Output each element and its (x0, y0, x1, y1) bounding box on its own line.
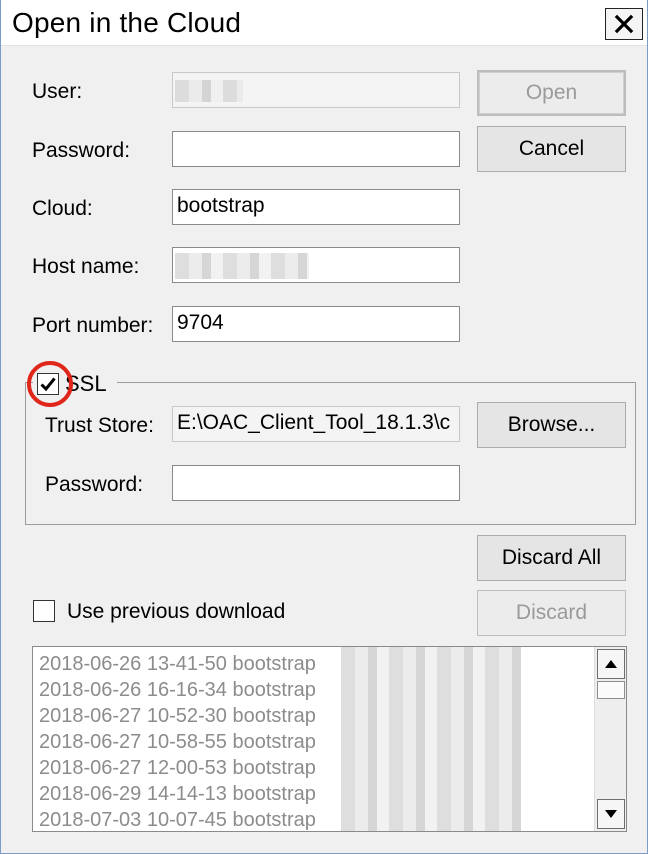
arrow-down-icon (605, 810, 617, 818)
list-scrollbar[interactable] (594, 647, 626, 831)
list-item[interactable]: 2018-06-27 10-58-55 bootstrap (39, 731, 316, 757)
redacted-host (175, 253, 309, 279)
list-item[interactable]: 2018-06-27 10-52-30 bootstrap (39, 705, 316, 731)
list-item[interactable]: 2018-06-26 16-16-34 bootstrap (39, 679, 316, 705)
host-name-label: Host name: (32, 255, 140, 278)
open-button[interactable]: Open (477, 70, 626, 116)
password-label: Password: (32, 139, 131, 162)
browse-button[interactable]: Browse... (477, 402, 626, 448)
discard-button[interactable]: Discard (477, 590, 626, 636)
downloads-list[interactable]: 2018-06-26 13-41-50 bootstrap 2018-06-26… (32, 646, 627, 832)
port-number-input[interactable]: 9704 (172, 306, 460, 342)
dialog-title: Open in the Cloud (12, 7, 242, 38)
list-item[interactable]: 2018-07-03 10-07-45 bootstrap (39, 809, 316, 831)
list-item[interactable]: 2018-06-26 13-41-50 bootstrap (39, 653, 316, 679)
scroll-up-button[interactable] (597, 649, 625, 679)
scroll-thumb[interactable] (597, 681, 625, 699)
list-item[interactable]: 2018-06-27 12-00-53 bootstrap (39, 757, 316, 783)
use-previous-download-label: Use previous download (67, 600, 286, 623)
close-button[interactable] (605, 8, 643, 40)
use-previous-download-checkbox[interactable] (33, 600, 55, 622)
redacted-list-details (341, 647, 521, 831)
discard-all-button[interactable]: Discard All (477, 535, 626, 581)
user-label: User: (32, 80, 83, 103)
cloud-label: Cloud: (32, 197, 93, 220)
scroll-down-button[interactable] (597, 799, 625, 829)
list-item[interactable]: 2018-06-29 14-14-13 bootstrap (39, 783, 316, 809)
cancel-button[interactable]: Cancel (477, 126, 626, 172)
close-icon (614, 14, 634, 34)
port-number-label: Port number: (32, 314, 154, 337)
ssl-label: SSL (65, 371, 107, 396)
checkmark-icon (40, 377, 56, 392)
ssl-checkbox[interactable] (37, 373, 59, 395)
ssl-password-input[interactable] (172, 465, 460, 501)
redacted-user (175, 80, 243, 102)
title-bar: Open in the Cloud (1, 0, 647, 46)
arrow-up-icon (605, 660, 617, 668)
ssl-password-label: Password: (45, 473, 144, 496)
password-input[interactable] (172, 131, 460, 167)
cloud-input[interactable]: bootstrap (172, 189, 460, 225)
ssl-legend: SSL (33, 370, 117, 398)
open-in-cloud-dialog: Open in the Cloud User: Password: Cloud:… (0, 0, 648, 854)
trust-store-label: Trust Store: (45, 414, 154, 437)
trust-store-input[interactable]: E:\OAC_Client_Tool_18.1.3\c (172, 406, 460, 442)
